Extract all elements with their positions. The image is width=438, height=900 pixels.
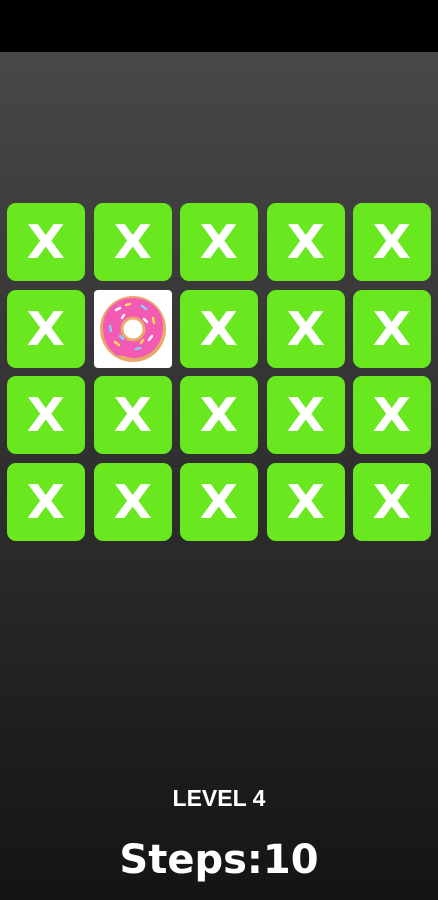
status-bar — [0, 0, 438, 52]
x-icon: X — [286, 388, 325, 442]
tile-hidden-r1-c2[interactable]: X — [180, 289, 258, 368]
x-icon: X — [199, 388, 239, 442]
x-icon: X — [286, 474, 325, 529]
x-icon: X — [26, 474, 66, 529]
x-icon: X — [372, 388, 412, 442]
steps-counter: Steps:10 — [0, 836, 438, 884]
tile-hidden-r0-c0[interactable]: X — [7, 203, 85, 281]
tile-hidden-r3-c0[interactable]: X — [7, 462, 85, 541]
tile-hidden-r2-c0[interactable]: X — [7, 376, 85, 454]
x-icon: X — [372, 215, 412, 269]
tile-hidden-r2-c1[interactable]: X — [93, 376, 172, 454]
tile-hidden-r1-c4[interactable]: X — [353, 289, 431, 368]
game-board: XXXXXXXXXXXXXXXXXXX — [7, 203, 432, 541]
x-icon: X — [113, 215, 152, 269]
x-icon: X — [199, 474, 239, 529]
x-icon: X — [286, 215, 325, 269]
tile-hidden-r1-c3[interactable]: X — [266, 289, 345, 368]
donut-icon — [99, 295, 166, 362]
tile-hidden-r0-c2[interactable]: X — [180, 203, 258, 281]
tile-hidden-r2-c2[interactable]: X — [180, 376, 258, 454]
x-icon: X — [199, 301, 239, 356]
x-icon: X — [113, 388, 152, 442]
steps-value: 10 — [262, 837, 319, 883]
x-icon: X — [199, 215, 239, 269]
x-icon: X — [372, 301, 412, 356]
x-icon: X — [26, 301, 66, 356]
steps-label: Steps: — [119, 837, 263, 883]
x-icon: X — [372, 474, 412, 529]
x-icon: X — [26, 388, 66, 442]
x-icon: X — [113, 474, 152, 529]
tile-hidden-r3-c4[interactable]: X — [353, 462, 431, 541]
tile-hidden-r3-c3[interactable]: X — [266, 462, 345, 541]
tile-hidden-r3-c1[interactable]: X — [93, 462, 172, 541]
x-icon: X — [286, 301, 325, 356]
tile-hidden-r0-c4[interactable]: X — [353, 203, 431, 281]
level-label: LEVEL 4 — [172, 785, 266, 811]
tile-hidden-r2-c3[interactable]: X — [266, 376, 345, 454]
tile-revealed-donut[interactable] — [93, 289, 172, 368]
tile-hidden-r2-c4[interactable]: X — [353, 376, 431, 454]
tile-hidden-r0-c3[interactable]: X — [266, 203, 345, 281]
tile-hidden-r0-c1[interactable]: X — [93, 203, 172, 281]
tile-hidden-r1-c0[interactable]: X — [7, 289, 85, 368]
x-icon: X — [26, 215, 66, 269]
tile-hidden-r3-c2[interactable]: X — [180, 462, 258, 541]
